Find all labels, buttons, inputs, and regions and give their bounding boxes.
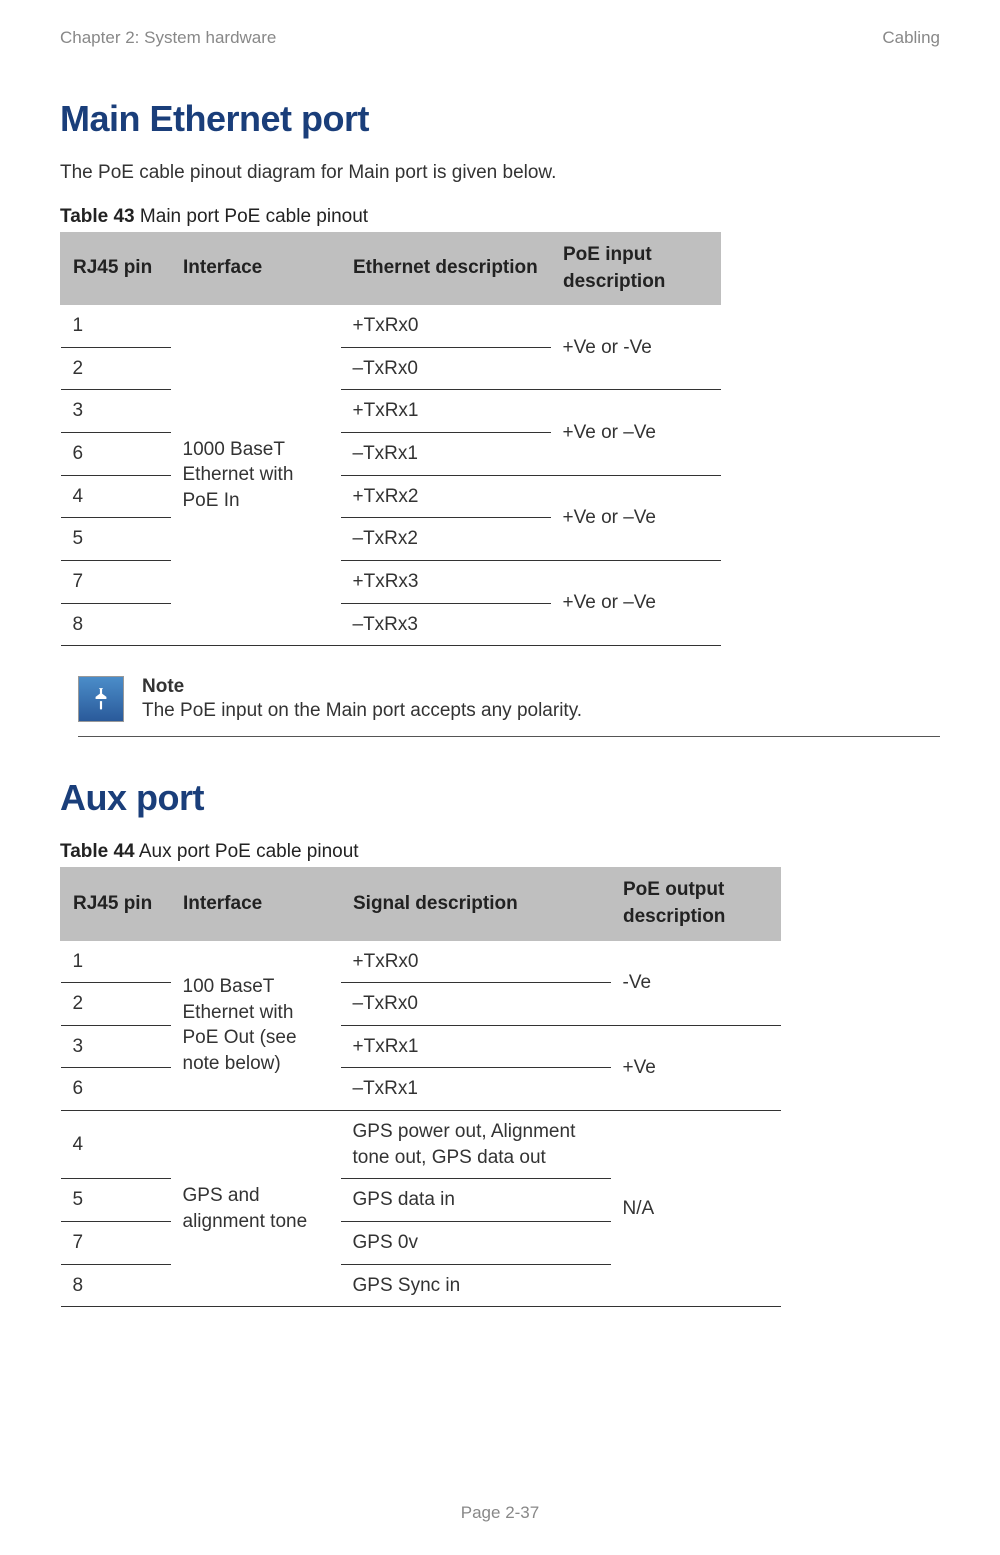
t43-poe: +Ve or –Ve xyxy=(551,390,721,475)
t43-pin: 5 xyxy=(61,518,171,561)
page-footer: Page 2-37 xyxy=(0,1503,1000,1523)
t44-sig: +TxRx1 xyxy=(341,1025,611,1068)
t43-pin: 1 xyxy=(61,305,171,347)
table43-desc: Main port PoE cable pinout xyxy=(135,206,368,227)
t43-pin: 8 xyxy=(61,603,171,646)
t44-pin: 7 xyxy=(61,1221,171,1264)
chapter-label: Chapter 2: System hardware xyxy=(60,28,276,48)
t44-sig: GPS data in xyxy=(341,1179,611,1222)
table44-label: Table 44 xyxy=(60,841,135,862)
table43-label: Table 43 xyxy=(60,206,135,227)
note-block: Note The PoE input on the Main port acce… xyxy=(78,676,940,737)
t44-pin: 1 xyxy=(61,941,171,983)
note-body: The PoE input on the Main port accepts a… xyxy=(142,700,582,721)
t44-hdr-if: Interface xyxy=(171,867,341,940)
t44-poe: +Ve xyxy=(611,1025,781,1110)
t43-hdr-if: Interface xyxy=(171,232,341,305)
t43-eth: –TxRx0 xyxy=(341,347,551,390)
t43-poe: +Ve or –Ve xyxy=(551,561,721,646)
t44-pin: 4 xyxy=(61,1111,171,1179)
t43-eth: +TxRx3 xyxy=(341,561,551,604)
t43-eth: –TxRx1 xyxy=(341,433,551,476)
t43-eth: +TxRx0 xyxy=(341,305,551,347)
table44-desc: Aux port PoE cable pinout xyxy=(135,841,359,862)
t44-interface: GPS and alignment tone xyxy=(171,1111,341,1307)
main-ethernet-intro: The PoE cable pinout diagram for Main po… xyxy=(60,162,940,184)
t44-hdr-sig: Signal description xyxy=(341,867,611,940)
note-title: Note xyxy=(142,676,582,698)
t43-pin: 7 xyxy=(61,561,171,604)
t44-sig: +TxRx0 xyxy=(341,941,611,983)
table44-caption: Table 44 Aux port PoE cable pinout xyxy=(60,841,940,863)
t44-poe: -Ve xyxy=(611,941,781,1026)
t43-eth: +TxRx2 xyxy=(341,475,551,518)
table43-caption: Table 43 Main port PoE cable pinout xyxy=(60,206,940,228)
t43-interface: 1000 BaseT Ethernet with PoE In xyxy=(171,305,341,646)
page-header: Chapter 2: System hardware Cabling xyxy=(60,28,940,48)
t44-sig: GPS power out, Alignment tone out, GPS d… xyxy=(341,1111,611,1179)
t43-hdr-eth: Ethernet description xyxy=(341,232,551,305)
t44-sig: GPS Sync in xyxy=(341,1264,611,1307)
t43-pin: 3 xyxy=(61,390,171,433)
t44-poe: N/A xyxy=(611,1111,781,1307)
table44: RJ45 pin Interface Signal description Po… xyxy=(60,867,781,1307)
t43-pin: 6 xyxy=(61,433,171,476)
t43-eth: +TxRx1 xyxy=(341,390,551,433)
t43-poe: +Ve or -Ve xyxy=(551,305,721,390)
t44-sig: GPS 0v xyxy=(341,1221,611,1264)
t44-sig: –TxRx0 xyxy=(341,983,611,1026)
t44-pin: 8 xyxy=(61,1264,171,1307)
t43-eth: –TxRx2 xyxy=(341,518,551,561)
t44-pin: 6 xyxy=(61,1068,171,1111)
t44-interface: 100 BaseT Ethernet with PoE Out (see not… xyxy=(171,941,341,1111)
t44-hdr-pin: RJ45 pin xyxy=(61,867,171,940)
t43-pin: 4 xyxy=(61,475,171,518)
t44-pin: 5 xyxy=(61,1179,171,1222)
t43-hdr-pin: RJ45 pin xyxy=(61,232,171,305)
t44-pin: 3 xyxy=(61,1025,171,1068)
t43-eth: –TxRx3 xyxy=(341,603,551,646)
table43: RJ45 pin Interface Ethernet description … xyxy=(60,232,721,646)
t44-pin: 2 xyxy=(61,983,171,1026)
main-ethernet-heading: Main Ethernet port xyxy=(60,98,940,140)
t44-sig: –TxRx1 xyxy=(341,1068,611,1111)
t43-hdr-poe: PoE input description xyxy=(551,232,721,305)
section-label: Cabling xyxy=(882,28,940,48)
t43-poe: +Ve or –Ve xyxy=(551,475,721,560)
t44-hdr-poe: PoE output description xyxy=(611,867,781,940)
t43-pin: 2 xyxy=(61,347,171,390)
aux-port-heading: Aux port xyxy=(60,777,940,819)
pushpin-icon xyxy=(78,676,124,722)
note-text: Note The PoE input on the Main port acce… xyxy=(142,676,582,722)
